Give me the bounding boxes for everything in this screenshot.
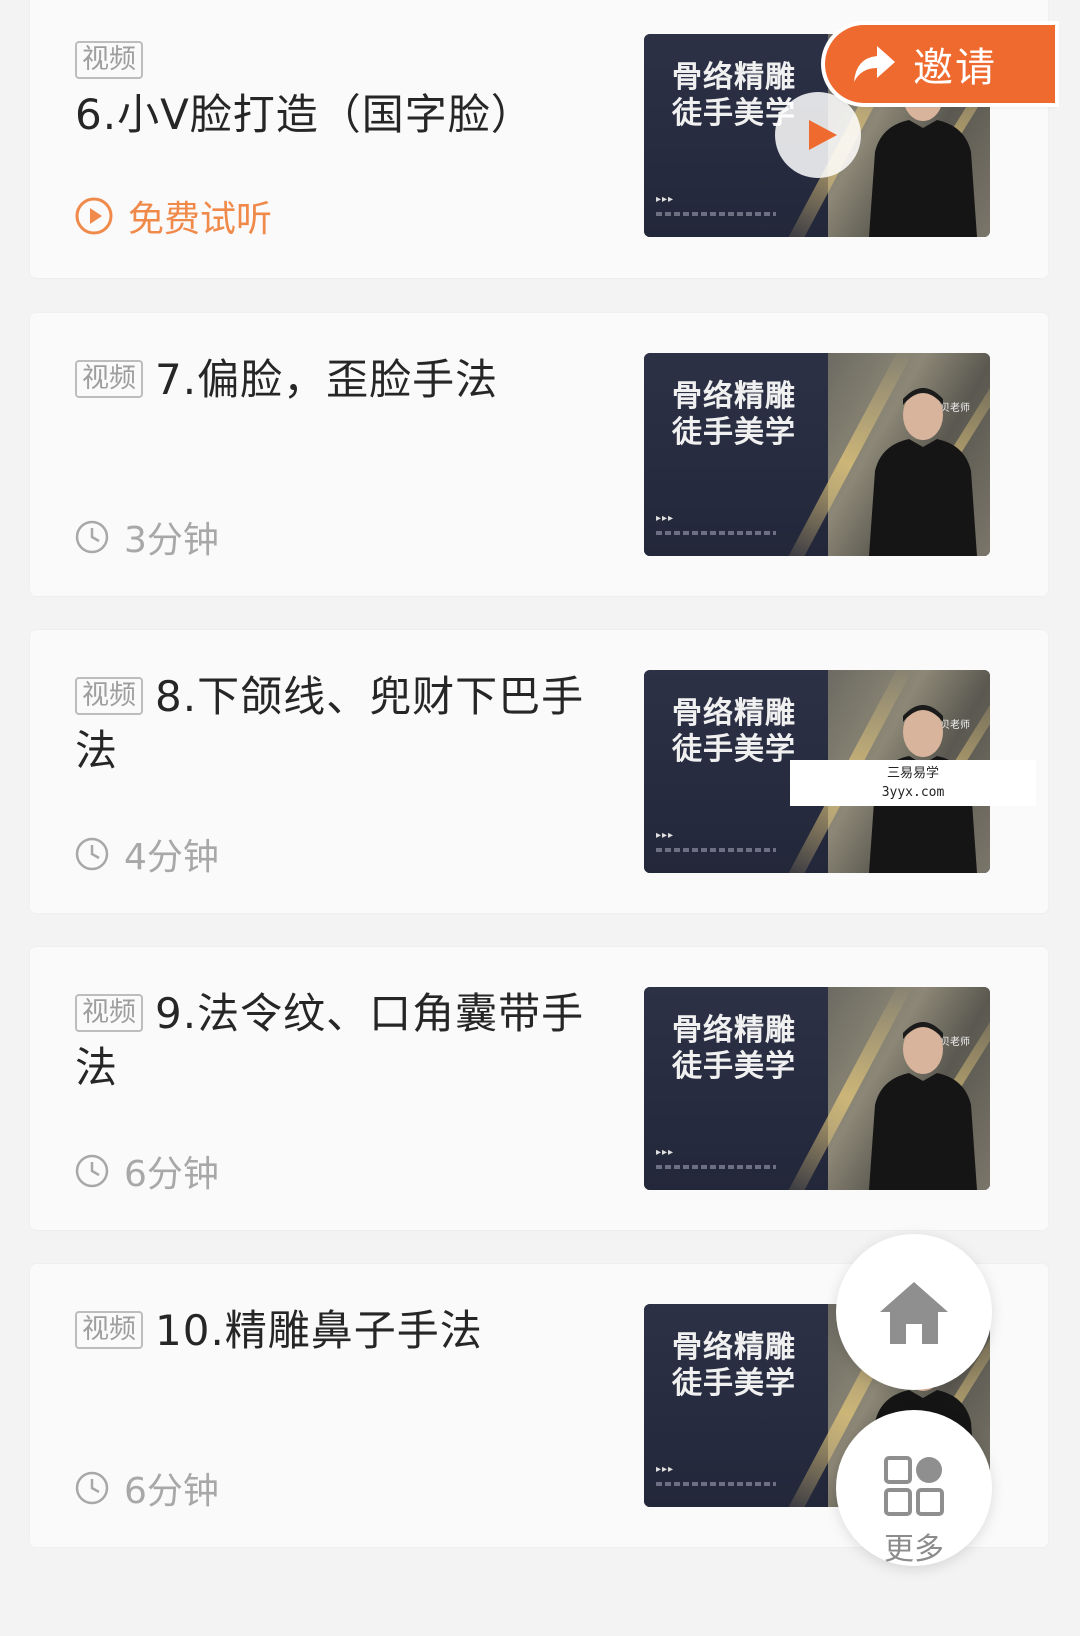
lesson-title-row: 视频 10.精雕鼻子手法 [75, 1304, 595, 1358]
video-badge: 视频 [75, 41, 143, 79]
video-badge: 视频 [75, 994, 143, 1032]
poster-title: 骨络精雕 徒手美学 [672, 1330, 796, 1401]
free-trial-label: 免费试听 [128, 199, 273, 240]
invite-button[interactable]: 邀请 [825, 25, 1055, 103]
poster-dots: ▸▸▸ [656, 1147, 675, 1158]
poster-title: 骨络精雕 徒手美学 [672, 1013, 796, 1084]
play-circle-icon [75, 197, 113, 235]
teacher-photo [869, 388, 977, 556]
poster-title: 骨络精雕 徒手美学 [672, 379, 796, 450]
clock-icon [75, 520, 109, 554]
poster-footer-text [656, 1165, 776, 1169]
watermark-line2: 3yyx.com [881, 785, 945, 800]
watermark-line1: 三易易学 [886, 766, 939, 781]
lesson-thumbnail[interactable]: 骨络精雕 徒手美学 贝贝老师 ▸▸▸ [644, 987, 990, 1190]
free-trial-link[interactable]: 免费试听 [74, 194, 272, 240]
lesson-title: 6.小V脸打造（国字脸） [75, 90, 534, 139]
lesson-title: 8.下颌线、兜财下巴手法 [75, 672, 585, 775]
more-label: 更多 [884, 1532, 944, 1567]
play-icon [809, 120, 837, 150]
duration-label: 4分钟 [124, 837, 219, 878]
poster-dots: ▸▸▸ [656, 1464, 675, 1475]
poster-footer-text [656, 531, 776, 535]
duration-label: 3分钟 [124, 520, 219, 561]
lesson-card-9[interactable]: 视频 9.法令纹、口角囊带手法 6分钟 骨络精雕 徒手美学 贝贝老师 ▸▸▸ [30, 947, 1048, 1230]
grid-icon [884, 1456, 944, 1516]
more-button[interactable]: 更多 [836, 1410, 992, 1567]
home-button[interactable] [836, 1234, 992, 1390]
clock-icon [75, 1471, 109, 1505]
lesson-duration: 6分钟 [74, 1149, 219, 1195]
home-icon [880, 1282, 948, 1344]
video-badge: 视频 [75, 677, 143, 715]
lesson-title-row: 视频 8.下颌线、兜财下巴手法 [75, 670, 595, 778]
poster-footer-text [656, 1482, 776, 1486]
lesson-title: 7.偏脸，歪脸手法 [155, 355, 499, 404]
lesson-list: 视频 6.小V脸打造（国字脸） 免费试听 骨络精雕 徒手美学 ▸▸▸ 视频 7.偏… [0, 0, 1080, 1636]
lesson-card-7[interactable]: 视频 7.偏脸，歪脸手法 3分钟 骨络精雕 徒手美学 贝贝老师 ▸▸▸ [30, 313, 1048, 596]
poster-dots: ▸▸▸ [656, 194, 675, 205]
lesson-duration: 6分钟 [74, 1466, 219, 1512]
lesson-thumbnail[interactable]: 骨络精雕 徒手美学 贝贝老师 ▸▸▸ [644, 353, 990, 556]
lesson-title: 9.法令纹、口角囊带手法 [75, 989, 585, 1092]
duration-label: 6分钟 [124, 1154, 219, 1195]
video-badge: 视频 [75, 360, 143, 398]
lesson-duration: 3分钟 [74, 515, 219, 561]
site-watermark: 三易易学 3yyx.com [790, 760, 1036, 806]
lesson-title-row: 视频 6.小V脸打造（国字脸） [75, 34, 595, 142]
poster-dots: ▸▸▸ [656, 513, 675, 524]
lesson-title-row: 视频 9.法令纹、口角囊带手法 [75, 987, 595, 1095]
duration-label: 6分钟 [124, 1471, 219, 1512]
lesson-title: 10.精雕鼻子手法 [155, 1306, 483, 1355]
invite-label: 邀请 [913, 45, 997, 91]
clock-icon [75, 1154, 109, 1188]
poster-title: 骨络精雕 徒手美学 [672, 696, 796, 767]
teacher-photo [869, 1022, 977, 1190]
poster-dots: ▸▸▸ [656, 830, 675, 841]
poster-footer-text [656, 212, 776, 216]
poster-footer-text [656, 848, 776, 852]
play-button[interactable] [775, 92, 861, 178]
share-arrow-icon [854, 46, 895, 82]
clock-icon [75, 837, 109, 871]
lesson-duration: 4分钟 [74, 832, 219, 878]
lesson-title-row: 视频 7.偏脸，歪脸手法 [75, 353, 595, 407]
video-badge: 视频 [75, 1311, 143, 1349]
